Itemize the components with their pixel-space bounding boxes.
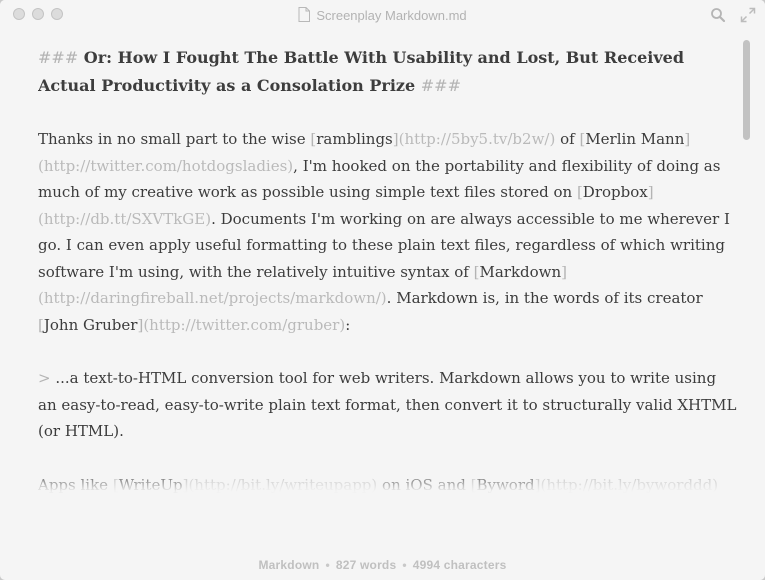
text-run: . Markdown is, in the words of its creat…: [386, 289, 703, 307]
fullscreen-icon[interactable]: [740, 7, 756, 23]
text-run: John Gruber: [43, 315, 138, 334]
quote-text: ...a text-to-HTML conversion tool for we…: [38, 369, 737, 440]
link-url[interactable]: (http://5by5.tv/b2w/): [399, 130, 556, 148]
link-bracket: ]: [684, 130, 691, 148]
window-title-text: Screenplay Markdown.md: [316, 8, 467, 23]
link-url[interactable]: (http://twitter.com/hotdogsladies): [38, 157, 293, 175]
link-bracket: ]: [647, 183, 654, 201]
link-url[interactable]: (http://db.tt/SXVTkGE): [38, 210, 211, 228]
blockquote: > ...a text-to-HTML conversion tool for …: [38, 365, 738, 445]
text-run: Thanks in no small part to the wise: [38, 130, 311, 148]
status-separator: •: [402, 558, 407, 572]
document-heading: ### Or: How I Fought The Battle With Usa…: [38, 44, 738, 99]
heading-mark-close: ###: [420, 75, 461, 95]
paragraph-intro: Thanks in no small part to the wise [ram…: [38, 126, 738, 338]
editor-window: Screenplay Markdown.md ### Or: How I Fou…: [0, 0, 765, 580]
quote-marker: >: [38, 369, 51, 387]
heading-mark-open: ###: [38, 48, 79, 67]
heading-text: Or: How I Fought The Battle With Usabili…: [38, 48, 685, 95]
status-bar: Markdown • 827 words • 4994 characters: [0, 558, 765, 572]
text-run: of: [555, 130, 580, 148]
document-icon: [298, 7, 311, 22]
title-bar: Screenplay Markdown.md: [0, 0, 765, 30]
text-run: Dropbox: [582, 183, 648, 201]
link-bracket: ]: [561, 262, 568, 281]
text-run: ramblings: [316, 130, 393, 148]
window-title: Screenplay Markdown.md: [0, 7, 765, 23]
bottom-fade: [0, 470, 765, 530]
vertical-scrollbar[interactable]: [743, 40, 750, 140]
link-url[interactable]: (http://daringfireball.net/projects/mark…: [38, 289, 387, 307]
status-character-count: 4994 characters: [412, 558, 507, 572]
status-separator: •: [325, 558, 330, 572]
text-run: :: [345, 315, 351, 334]
search-icon[interactable]: [710, 7, 726, 23]
link-url[interactable]: (http://twitter.com/gruber): [143, 316, 345, 334]
editor-text-area[interactable]: ### Or: How I Fought The Battle With Usa…: [38, 44, 738, 514]
status-mode: Markdown: [258, 558, 320, 572]
text-run: Merlin Mann: [585, 130, 685, 148]
text-run: Markdown: [479, 262, 562, 281]
status-word-count: 827 words: [335, 558, 397, 572]
